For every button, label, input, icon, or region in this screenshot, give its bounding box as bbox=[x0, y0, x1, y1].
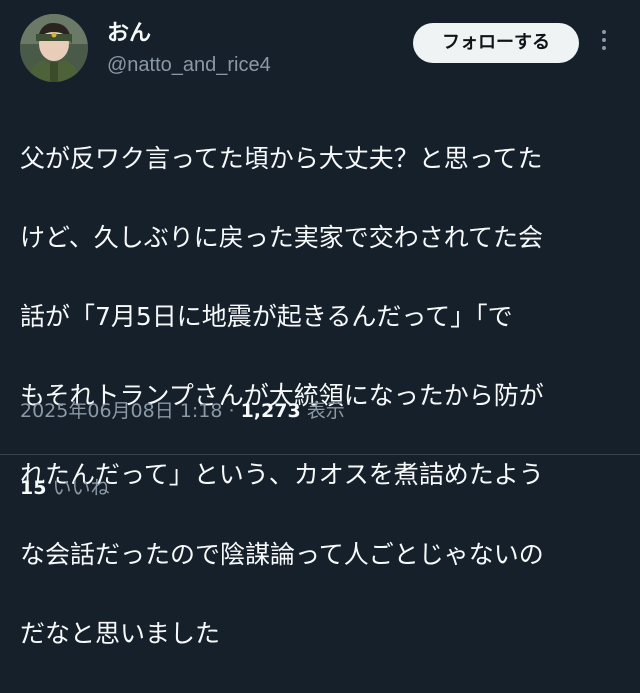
tweet-meta: 2025年06月08日 1:18 · 1,273 表示 bbox=[20, 398, 345, 424]
views-count: 1,273 bbox=[240, 400, 301, 422]
divider bbox=[0, 454, 640, 455]
tweet-card: おん @natto_and_rice4 フォローする 父が反ワク言ってた頃から大… bbox=[0, 0, 640, 648]
tweet-text-line: だなと思いました bbox=[20, 618, 221, 648]
likes-label: いいね bbox=[52, 477, 110, 499]
follow-button[interactable]: フォローする bbox=[413, 23, 579, 63]
tweet-text-line: 父が反ワク言ってた頃から大丈夫？と思ってた bbox=[20, 143, 543, 173]
user-handle[interactable]: @natto_and_rice4 bbox=[107, 52, 271, 78]
tweet-text-line: れたんだって」という、カオスを煮詰めたよう bbox=[20, 460, 544, 490]
tweet-text-line: けど、久しぶりに戻った実家で交わされてた会 bbox=[20, 222, 544, 252]
tweet-text-line: 話が「7月5日に地震が起きるんだって」「で bbox=[20, 301, 513, 331]
meta-separator: · bbox=[228, 400, 235, 422]
views-label: 表示 bbox=[306, 400, 345, 422]
timestamp-link[interactable]: 2025年06月08日 1:18 bbox=[20, 400, 222, 422]
tweet-text: 父が反ワク言ってた頃から大丈夫？と思ってた けど、久しぶりに戻った実家で交わされ… bbox=[20, 99, 632, 693]
avatar[interactable] bbox=[20, 14, 88, 82]
likes-stat[interactable]: 15 いいね bbox=[20, 475, 110, 501]
more-horizontal-icon[interactable] bbox=[598, 30, 610, 56]
display-name[interactable]: おん bbox=[107, 20, 151, 48]
tweet-text-line: な会話だったので陰謀論って人ごとじゃないの bbox=[20, 539, 544, 569]
likes-count: 15 bbox=[20, 477, 47, 499]
user-avatar-icon bbox=[20, 14, 88, 82]
